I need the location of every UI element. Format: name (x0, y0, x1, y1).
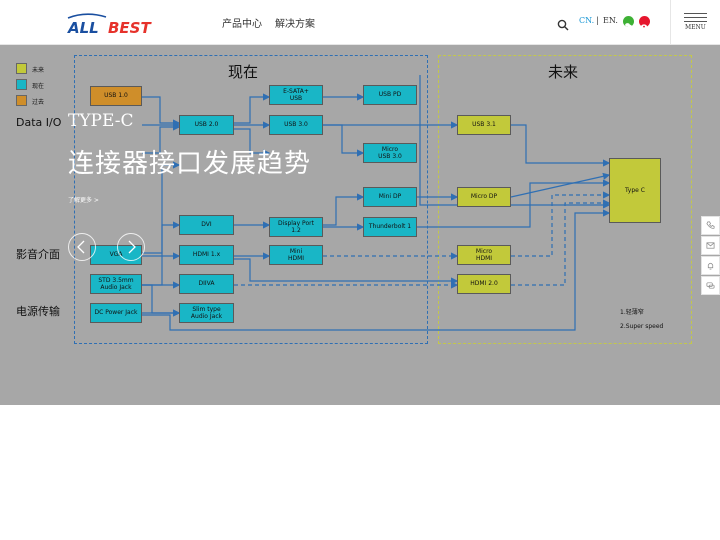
box-usb10: USB 1.0 (90, 86, 142, 106)
wechat-icon[interactable] (623, 16, 634, 28)
menu-button[interactable]: MENU (670, 0, 720, 45)
box-diiva: DIIVA (179, 274, 234, 294)
svg-text:BEST: BEST (108, 19, 152, 36)
box-micro-hdmi: Micro HDMI (457, 245, 511, 265)
lang-separator: | (596, 16, 599, 25)
bell-icon (707, 262, 714, 270)
box-micro-usb30: Micro USB 3.0 (363, 143, 417, 163)
mail-icon (706, 242, 715, 249)
box-mini-hdmi: Mini HDMI (269, 245, 323, 265)
svg-text:ALL: ALL (67, 19, 99, 36)
box-hdmi1x: HDMI 1.x (179, 245, 234, 265)
lang-cn-link[interactable]: CN. (579, 16, 594, 25)
note-thin: 1.轻薄窄 (620, 309, 644, 316)
weibo-icon[interactable] (639, 16, 650, 29)
box-type-c: Type C (609, 158, 661, 223)
side-bell-button[interactable] (701, 256, 720, 275)
nav-products[interactable]: 产品中心 (222, 15, 262, 30)
box-usb31: USB 3.1 (457, 115, 511, 135)
box-usb-pd: USB PD (363, 85, 417, 105)
search-icon[interactable] (557, 16, 569, 31)
slider-prev-button[interactable] (68, 233, 96, 261)
hero-title-en: TYPE-C (68, 111, 134, 131)
slider-next-button[interactable] (117, 233, 145, 261)
hamburger-line (684, 17, 707, 18)
nav-solutions[interactable]: 解决方案 (275, 15, 315, 30)
chevron-right-icon (128, 240, 136, 254)
hamburger-line (684, 21, 707, 22)
menu-label: MENU (685, 24, 706, 31)
learn-more-link[interactable]: 了解更多 > (68, 195, 99, 204)
chevron-left-icon (77, 240, 85, 254)
chat-icon (706, 282, 715, 289)
side-chat-button[interactable] (701, 276, 720, 295)
box-esata-usb: E-SATA+ USB (269, 85, 323, 105)
side-phone-button[interactable] (701, 216, 720, 235)
hero-title-cn: 连接器接口发展趋势 (68, 149, 312, 179)
box-usb30: USB 3.0 (269, 115, 323, 135)
box-dvi: DVI (179, 215, 234, 235)
side-mail-button[interactable] (701, 236, 720, 255)
box-usb20: USB 2.0 (179, 115, 234, 135)
note-super-speed: 2.Super speed (620, 323, 664, 330)
box-dc-power-jack: DC Power Jack (90, 303, 142, 323)
box-hdmi20: HDMI 2.0 (457, 274, 511, 294)
box-slim-audio: Slim type Audio Jack (179, 303, 234, 323)
hero-banner: 现在 未来 未来 现在 过去 Data I/O 影音介面 电源传输 USB 1.… (0, 45, 720, 405)
box-micro-dp: Micro DP (457, 187, 511, 207)
box-mini-dp: Mini DP (363, 187, 417, 207)
box-std35-audio: STD 3.5mm Audio Jack (90, 274, 142, 294)
site-header: ALL BEST 产品中心 解决方案 CN. | EN. MENU (0, 0, 720, 45)
allbest-logo[interactable]: ALL BEST (66, 12, 166, 37)
box-thunderbolt: Thunderbolt 1 (363, 217, 417, 237)
phone-icon (706, 221, 715, 229)
lang-en-link[interactable]: EN. (603, 16, 618, 25)
box-display-port: Display Port 1.2 (269, 217, 323, 237)
hamburger-menu-icon (684, 13, 707, 14)
